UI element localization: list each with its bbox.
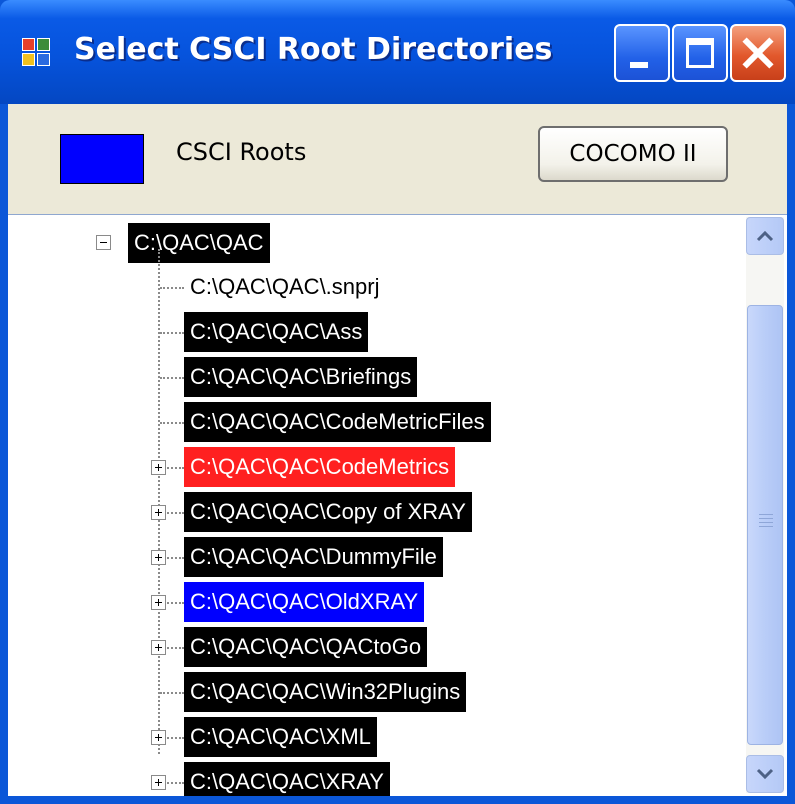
csci-roots-label: CSCI Roots — [176, 138, 307, 166]
cocomo-ii-button[interactable]: COCOMO II — [538, 126, 728, 182]
tree-root-node[interactable]: C:\QAC\QAC — [128, 223, 270, 263]
minimize-icon — [630, 62, 648, 68]
expand-toggle[interactable] — [151, 730, 166, 745]
expand-toggle[interactable] — [151, 550, 166, 565]
tree-connector-branch — [160, 332, 184, 334]
grip-icon — [759, 514, 773, 530]
tree-node[interactable]: C:\QAC\QAC\Win32Plugins — [184, 672, 467, 712]
tree-node[interactable]: C:\QAC\QAC\OldXRAY — [184, 582, 425, 622]
tree-node[interactable]: C:\QAC\QAC\Briefings — [184, 357, 418, 397]
tree-node[interactable]: C:\QAC\QAC\CodeMetrics — [184, 447, 456, 487]
maximize-button[interactable] — [672, 24, 728, 82]
minimize-button[interactable] — [614, 24, 670, 82]
tree-connector-branch — [160, 287, 184, 289]
expand-toggle[interactable] — [151, 460, 166, 475]
expand-toggle[interactable] — [151, 595, 166, 610]
tree-connector-line — [158, 249, 160, 754]
client-area: CSCI Roots COCOMO II C:\QAC\QAC C:\QAC\Q… — [8, 104, 787, 796]
tree-node[interactable]: C:\QAC\QAC\XML — [184, 717, 377, 757]
scroll-up-button[interactable] — [746, 217, 784, 255]
dialog-window: Select CSCI Root Directories CSCI Roots … — [0, 0, 795, 804]
directory-tree[interactable]: C:\QAC\QAC C:\QAC\QAC\.snprj C:\QAC\QAC\A… — [8, 214, 787, 796]
app-icon[interactable] — [22, 38, 52, 68]
title-bar[interactable]: Select CSCI Root Directories — [0, 0, 795, 104]
chevron-up-icon — [756, 230, 774, 242]
maximize-icon — [686, 38, 714, 68]
tree-connector-branch — [160, 377, 184, 379]
tree-node[interactable]: C:\QAC\QAC\CodeMetricFiles — [184, 402, 491, 442]
expand-toggle[interactable] — [151, 775, 166, 790]
tree-node[interactable]: C:\QAC\QAC\QACtoGo — [184, 627, 428, 667]
tree-node[interactable]: C:\QAC\QAC\DummyFile — [184, 537, 443, 577]
close-button[interactable] — [730, 24, 786, 82]
csci-roots-color-swatch — [60, 134, 144, 184]
chevron-down-icon — [756, 768, 774, 780]
scrollbar-thumb[interactable] — [747, 305, 783, 745]
expand-toggle[interactable] — [151, 640, 166, 655]
window-title: Select CSCI Root Directories — [74, 32, 553, 67]
expand-toggle[interactable] — [151, 505, 166, 520]
close-icon — [740, 34, 776, 72]
vertical-scrollbar[interactable] — [746, 217, 784, 793]
tree-connector-branch — [160, 422, 184, 424]
scroll-down-button[interactable] — [746, 755, 784, 793]
tree-connector-branch — [160, 692, 184, 694]
tree-node[interactable]: C:\QAC\QAC\Ass — [184, 312, 369, 352]
tree-node[interactable]: C:\QAC\QAC\.snprj — [184, 267, 385, 307]
tree-node[interactable]: C:\QAC\QAC\Copy of XRAY — [184, 492, 472, 532]
tree-node[interactable]: C:\QAC\QAC\XRAY — [184, 762, 390, 796]
root-collapse-toggle[interactable] — [96, 235, 111, 250]
